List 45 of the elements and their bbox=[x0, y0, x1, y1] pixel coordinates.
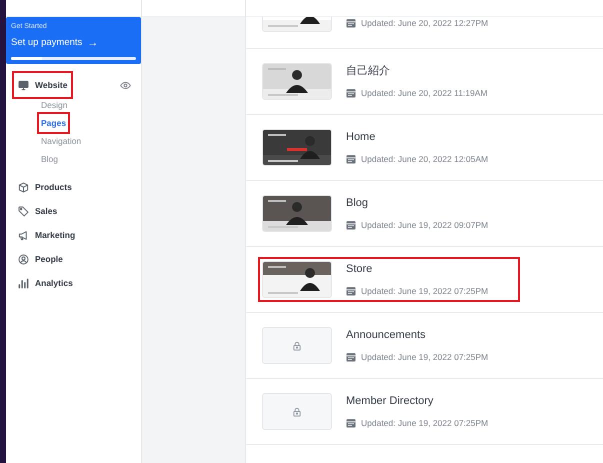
page-row[interactable]: Home Updated: June 20, 2022 12:05AM bbox=[246, 115, 603, 181]
calendar-icon bbox=[346, 18, 356, 28]
monitor-icon bbox=[18, 80, 29, 90]
updated-date: Updated: June 20, 2022 12:05AM bbox=[361, 152, 488, 166]
calendar-icon bbox=[346, 220, 356, 230]
calendar-icon bbox=[346, 352, 356, 362]
page-title[interactable]: 自己紹介 bbox=[346, 63, 488, 80]
nav-item[interactable]: Sales bbox=[18, 199, 58, 223]
page-title[interactable]: Announcements bbox=[346, 327, 488, 344]
calendar-icon bbox=[346, 154, 356, 164]
page-title[interactable]: Blog bbox=[346, 195, 488, 212]
page-title[interactable]: Member Directory bbox=[346, 393, 488, 410]
bar-chart-icon bbox=[18, 278, 29, 288]
page-row[interactable]: Updated: June 20, 2022 12:27PM bbox=[246, 17, 603, 49]
updated-date: Updated: June 20, 2022 12:27PM bbox=[361, 17, 488, 30]
calendar-icon bbox=[346, 286, 356, 296]
box-icon bbox=[18, 182, 29, 192]
eye-icon bbox=[120, 80, 131, 90]
nav-item[interactable]: Analytics bbox=[18, 271, 73, 295]
page-title[interactable]: Home bbox=[346, 129, 488, 146]
setup-payments-link[interactable]: Set up payments bbox=[11, 36, 82, 50]
updated-date: Updated: June 19, 2022 09:07PM bbox=[361, 218, 488, 232]
tag-icon bbox=[18, 206, 29, 216]
nav-item[interactable]: People bbox=[18, 247, 63, 271]
page-row[interactable]: Blog Updated: June 19, 2022 09:07PM bbox=[246, 181, 603, 247]
page-row[interactable]: Store Updated: June 19, 2022 07:25PM bbox=[246, 247, 603, 313]
calendar-icon bbox=[346, 418, 356, 428]
nav-subitem[interactable]: Pages bbox=[39, 114, 68, 132]
arrow-icon: → bbox=[87, 34, 98, 51]
lock-icon bbox=[292, 406, 302, 416]
page-row[interactable]: Member Directory Updated: June 19, 2022 07:25PM bbox=[246, 379, 603, 445]
nav-item[interactable]: Website bbox=[14, 73, 72, 97]
page-row[interactable]: 自己紹介 Updated: June 20, 2022 11:19AM bbox=[246, 49, 603, 115]
person-icon bbox=[18, 254, 29, 264]
updated-date: Updated: June 19, 2022 07:25PM bbox=[361, 350, 488, 364]
updated-date: Updated: June 20, 2022 11:19AM bbox=[361, 86, 488, 100]
updated-date: Updated: June 19, 2022 07:25PM bbox=[361, 416, 488, 430]
page-row[interactable]: Announcements Updated: June 19, 2022 07:25PM bbox=[246, 313, 603, 379]
lock-icon bbox=[292, 340, 302, 350]
megaphone-icon bbox=[18, 230, 29, 240]
nav-item[interactable]: Products bbox=[18, 175, 72, 199]
updated-date: Updated: June 19, 2022 07:25PM bbox=[361, 284, 488, 298]
page-title[interactable]: Store bbox=[346, 261, 488, 278]
nav-item[interactable]: Marketing bbox=[18, 223, 76, 247]
calendar-icon bbox=[346, 88, 356, 98]
